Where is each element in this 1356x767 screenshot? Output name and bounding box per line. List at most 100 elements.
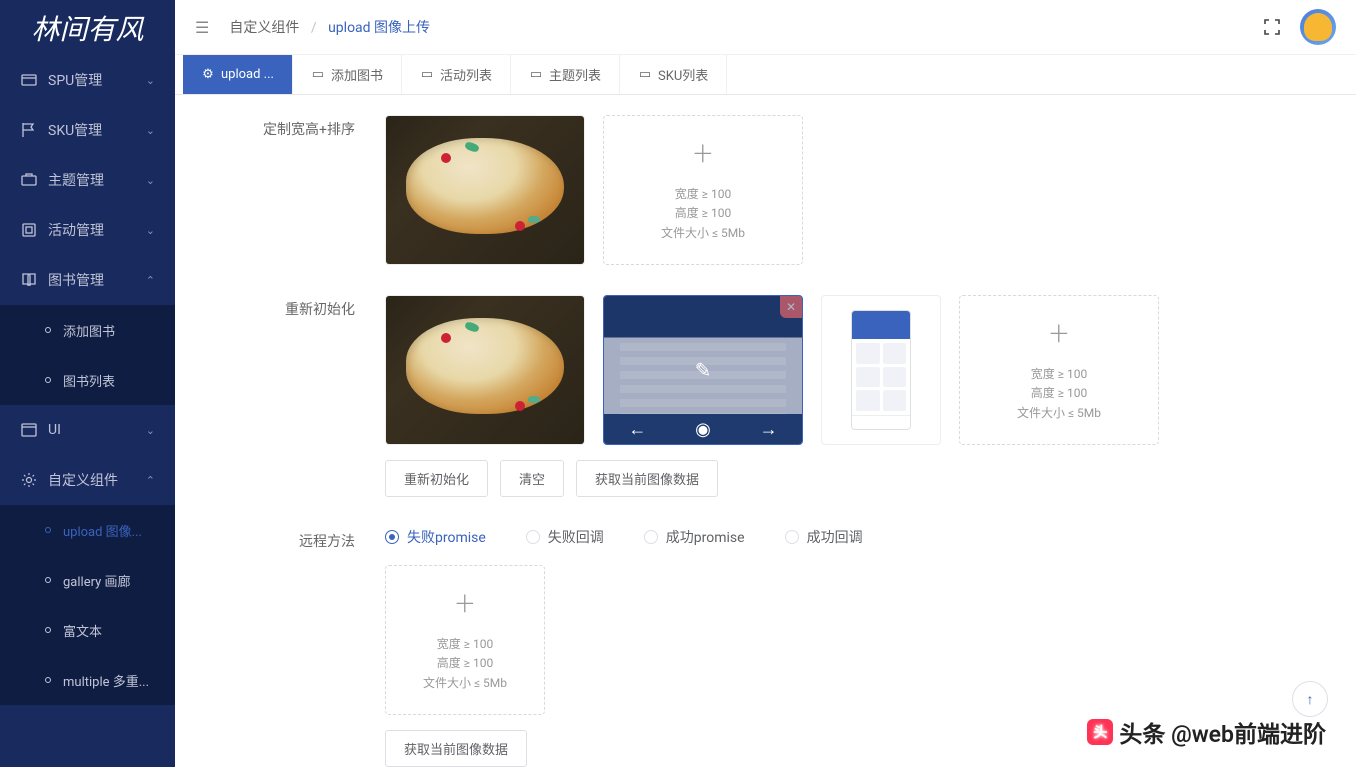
collapse-sidebar-button[interactable]: ☰ xyxy=(195,18,209,37)
reinit-button[interactable]: 重新初始化 xyxy=(385,460,488,497)
tab-label: 主题列表 xyxy=(549,65,601,84)
tab-theme-list[interactable]: ▭ 主题列表 xyxy=(511,55,620,94)
hint-size: 文件大小 ≤ 5Mb xyxy=(661,224,745,243)
radio-circle-icon xyxy=(644,530,658,544)
sidebar-subitem-add-book[interactable]: 添加图书 xyxy=(0,305,175,355)
section-label: 定制宽高+排序 xyxy=(205,115,385,265)
chevron-down-icon: ⌄ xyxy=(146,74,155,87)
main: ☰ 自定义组件 / upload 图像上传 ⚙upload ... ▭添加图书 … xyxy=(175,0,1356,767)
hint-height: 高度 ≥ 100 xyxy=(1017,384,1101,403)
clear-button[interactable]: 清空 xyxy=(500,460,564,497)
section-label: 重新初始化 xyxy=(205,295,385,497)
tab-upload[interactable]: ⚙upload ... xyxy=(183,55,293,94)
breadcrumb-root[interactable]: 自定义组件 xyxy=(229,20,299,36)
list-icon: ▭ xyxy=(638,68,652,82)
radio-label: 失败回调 xyxy=(548,527,604,547)
image-action-bar: ← ◉ → xyxy=(604,414,802,444)
sidebar-subitem-gallery[interactable]: gallery 画廊 xyxy=(0,555,175,605)
content: 定制宽高+排序 + 宽度 ≥ 100 高度 ≥ 100 文件大小 ≤ 5Mb xyxy=(175,95,1356,767)
sidebar-label: 图书列表 xyxy=(63,371,155,390)
sidebar-label: UI xyxy=(48,422,146,438)
hint-height: 高度 ≥ 100 xyxy=(423,654,507,673)
sidebar-item-ui[interactable]: UI ⌄ xyxy=(0,405,175,455)
sidebar-item-book[interactable]: 图书管理 ⌃ xyxy=(0,255,175,305)
sidebar-label: 自定义组件 xyxy=(48,470,146,490)
sidebar-label: SPU管理 xyxy=(48,70,146,90)
radio-circle-icon xyxy=(385,530,399,544)
bullet-icon xyxy=(45,577,51,583)
header: ☰ 自定义组件 / upload 图像上传 xyxy=(175,0,1356,55)
sidebar-label: 富文本 xyxy=(63,621,155,640)
section-remote: 远程方法 失败promise 失败回调 成功promise 成功回调 + 宽度 … xyxy=(205,527,1326,767)
sidebar-subitem-book-list[interactable]: 图书列表 xyxy=(0,355,175,405)
chevron-down-icon: ⌄ xyxy=(146,124,155,137)
tab-label: 添加图书 xyxy=(331,65,383,84)
get-data-button[interactable]: 获取当前图像数据 xyxy=(385,730,527,767)
gear-icon: ⚙ xyxy=(201,68,215,82)
submenu-book: 添加图书 图书列表 xyxy=(0,305,175,405)
radio-success-promise[interactable]: 成功promise xyxy=(644,527,745,547)
bullet-icon xyxy=(45,327,51,333)
breadcrumb-separator: / xyxy=(311,20,317,36)
bullet-icon xyxy=(45,377,51,383)
sidebar: 林间有风 SPU管理 ⌄ SKU管理 ⌄ 主题管理 ⌄ 活动管理 ⌄ xyxy=(0,0,175,767)
fullscreen-icon[interactable] xyxy=(1262,17,1282,37)
tabs-bar: ⚙upload ... ▭添加图书 ▭活动列表 ▭ 主题列表 ▭ SKU列表 xyxy=(175,55,1356,95)
book-icon xyxy=(20,271,38,289)
gear-icon xyxy=(20,471,38,489)
submenu-custom: upload 图像... gallery 画廊 富文本 multiple 多重.… xyxy=(0,505,175,705)
sidebar-label: 图书管理 xyxy=(48,270,146,290)
sidebar-item-spu[interactable]: SPU管理 ⌄ xyxy=(0,55,175,105)
breadcrumb: 自定义组件 / upload 图像上传 xyxy=(229,17,1262,37)
upload-image-c[interactable] xyxy=(821,295,941,445)
radio-label: 成功promise xyxy=(666,527,745,547)
upload-hints: 宽度 ≥ 100 高度 ≥ 100 文件大小 ≤ 5Mb xyxy=(661,185,745,243)
tab-label: SKU列表 xyxy=(658,65,708,84)
sidebar-item-sku[interactable]: SKU管理 ⌄ xyxy=(0,105,175,155)
sidebar-subitem-richtext[interactable]: 富文本 xyxy=(0,605,175,655)
upload-image-a[interactable] xyxy=(385,295,585,445)
sidebar-label: 主题管理 xyxy=(48,170,146,190)
eye-icon[interactable]: ◉ xyxy=(695,419,711,440)
scroll-top-button[interactable]: ↑ xyxy=(1292,681,1328,717)
upload-image-b-active[interactable]: ✕ ✎ ← ◉ → xyxy=(603,295,803,445)
radio-success-callback[interactable]: 成功回调 xyxy=(785,527,863,547)
tab-sku-list[interactable]: ▭ SKU列表 xyxy=(620,55,727,94)
radio-fail-promise[interactable]: 失败promise xyxy=(385,527,486,547)
radio-fail-callback[interactable]: 失败回调 xyxy=(526,527,604,547)
sidebar-item-theme[interactable]: 主题管理 ⌄ xyxy=(0,155,175,205)
tab-add-book[interactable]: ▭添加图书 xyxy=(293,55,402,94)
sidebar-label: SKU管理 xyxy=(48,120,146,140)
hint-width: 宽度 ≥ 100 xyxy=(661,185,745,204)
sidebar-subitem-multiple[interactable]: multiple 多重... xyxy=(0,655,175,705)
upload-add-slot[interactable]: + 宽度 ≥ 100 高度 ≥ 100 文件大小 ≤ 5Mb xyxy=(959,295,1159,445)
list-icon: ▭ xyxy=(529,68,543,82)
sidebar-item-activity[interactable]: 活动管理 ⌄ xyxy=(0,205,175,255)
avatar[interactable] xyxy=(1300,9,1336,45)
plus-icon: + xyxy=(455,587,474,621)
upload-hints: 宽度 ≥ 100 高度 ≥ 100 文件大小 ≤ 5Mb xyxy=(1017,365,1101,423)
upload-add-slot[interactable]: + 宽度 ≥ 100 高度 ≥ 100 文件大小 ≤ 5Mb xyxy=(385,565,545,715)
hint-width: 宽度 ≥ 100 xyxy=(1017,365,1101,384)
tab-activity-list[interactable]: ▭活动列表 xyxy=(402,55,511,94)
sidebar-label: multiple 多重... xyxy=(63,671,155,690)
edit-icon[interactable]: ✎ xyxy=(695,358,712,382)
radio-circle-icon xyxy=(785,530,799,544)
sidebar-label: upload 图像... xyxy=(63,521,155,540)
hint-size: 文件大小 ≤ 5Mb xyxy=(1017,404,1101,423)
arrow-right-icon[interactable]: → xyxy=(760,419,778,440)
chevron-down-icon: ⌄ xyxy=(146,224,155,237)
upload-image-1[interactable] xyxy=(385,115,585,265)
header-actions xyxy=(1262,9,1336,45)
sidebar-subitem-upload[interactable]: upload 图像... xyxy=(0,505,175,555)
activity-icon xyxy=(20,221,38,239)
bullet-icon xyxy=(45,527,51,533)
plus-icon: + xyxy=(693,137,712,171)
hint-width: 宽度 ≥ 100 xyxy=(423,635,507,654)
upload-add-slot[interactable]: + 宽度 ≥ 100 高度 ≥ 100 文件大小 ≤ 5Mb xyxy=(603,115,803,265)
arrow-left-icon[interactable]: ← xyxy=(628,419,646,440)
tab-label: 活动列表 xyxy=(440,65,492,84)
get-data-button[interactable]: 获取当前图像数据 xyxy=(576,460,718,497)
ui-icon xyxy=(20,421,38,439)
sidebar-item-custom[interactable]: 自定义组件 ⌃ xyxy=(0,455,175,505)
